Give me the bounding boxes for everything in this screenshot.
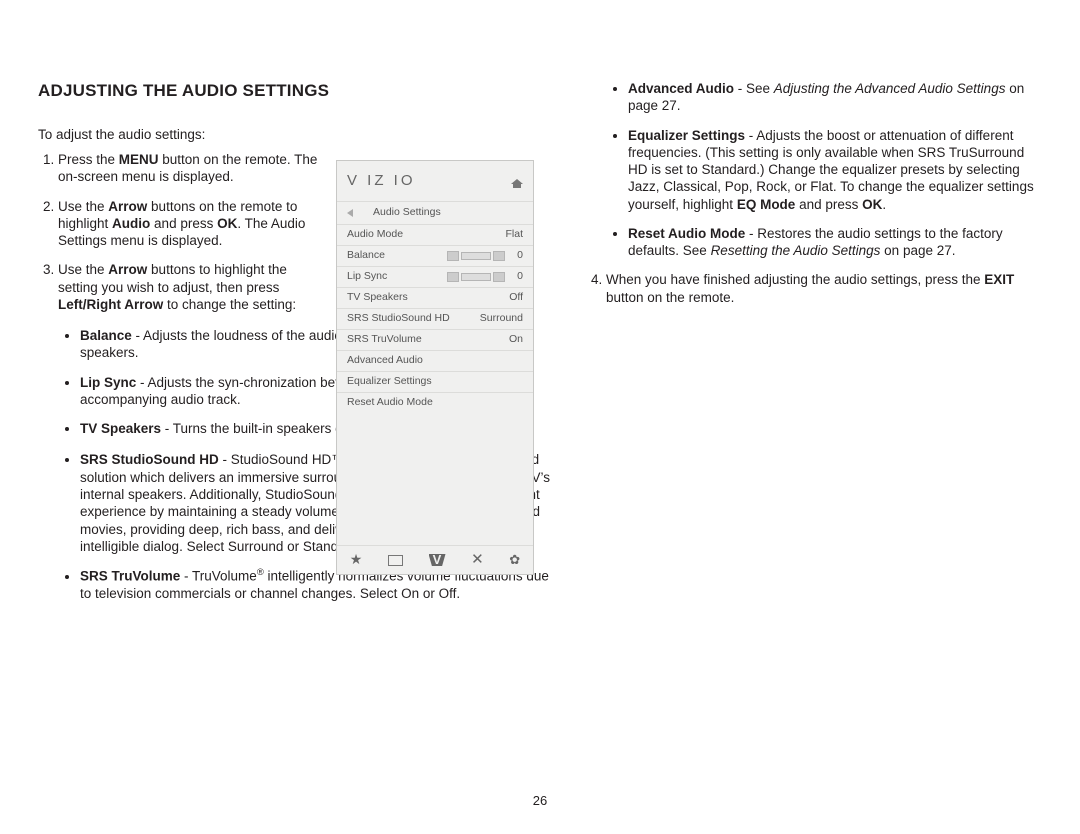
vizio-logo: V IZ IO: [347, 171, 416, 190]
s2a: Use the: [58, 199, 108, 214]
br-eq-and: and press: [795, 197, 862, 212]
plus-icon: [493, 272, 505, 282]
bl-srshd-name: SRS StudioSound HD: [80, 452, 219, 467]
close-icon: ✕: [471, 550, 484, 569]
s3e: to change the setting:: [163, 297, 296, 312]
right-bullets: Advanced Audio - See Adjusting the Advan…: [586, 80, 1035, 259]
step1-pre: Press the: [58, 152, 119, 167]
tv-row-value: Surround: [480, 312, 523, 325]
br-eq-name: Equalizer Settings: [628, 128, 745, 143]
s2f: OK: [217, 216, 237, 231]
s3d: Left/Right Arrow: [58, 297, 163, 312]
s2b: Arrow: [108, 199, 147, 214]
wide-icon: [388, 555, 403, 566]
tv-row-label: TV Speakers: [347, 291, 408, 304]
tv-rows: Audio Mode Flat Balance 0 Lip Sync 0 TV Speake…: [337, 225, 533, 413]
tv-row-label: Audio Mode: [347, 228, 403, 241]
br-reset-rest: on page 27.: [880, 243, 955, 258]
tv-row: Audio Mode Flat: [337, 225, 533, 246]
tv-row-value: 0: [517, 249, 523, 262]
tv-row-value: Off: [509, 291, 523, 304]
slider-bar: [461, 252, 491, 260]
tv-breadcrumb: Audio Settings: [337, 201, 533, 225]
tv-row-label: SRS TruVolume: [347, 333, 422, 346]
bl-lipsync-name: Lip Sync: [80, 375, 136, 390]
tv-row-value: Flat: [505, 228, 523, 241]
page-number: 26: [0, 793, 1080, 810]
tv-footer: ★ V ✕ ✿: [337, 545, 533, 574]
s2d: Audio: [112, 216, 150, 231]
br-adv-name: Advanced Audio: [628, 81, 734, 96]
tv-row-label: Equalizer Settings: [347, 375, 432, 388]
bl-balance-name: Balance: [80, 328, 132, 343]
back-icon: [347, 209, 353, 217]
s4b: EXIT: [984, 272, 1014, 287]
tv-empty-area: [337, 413, 533, 545]
bl-truvol-name: SRS TruVolume: [80, 569, 180, 584]
tv-crumb-label: Audio Settings: [373, 206, 441, 219]
tv-row: Equalizer Settings: [337, 372, 533, 393]
bullet-equalizer: Equalizer Settings - Adjusts the boost o…: [628, 127, 1035, 213]
s3a: Use the: [58, 262, 108, 277]
tv-slider: 0: [447, 249, 523, 262]
section-title: ADJUSTING THE AUDIO SETTINGS: [38, 80, 544, 102]
plus-icon: [493, 251, 505, 261]
s2e: and press: [150, 216, 217, 231]
tv-row-label: Reset Audio Mode: [347, 396, 433, 409]
bl-truvol-dash: - TruVolume: [180, 569, 257, 584]
slider-bar: [461, 273, 491, 281]
tv-row: SRS StudioSound HD Surround: [337, 309, 533, 330]
bullet-reset-audio: Reset Audio Mode - Restores the audio se…: [628, 225, 1035, 260]
br-reset-ital: Resetting the Audio Settings: [711, 243, 881, 258]
tv-row-value: On: [509, 333, 523, 346]
registered-mark: ®: [257, 567, 264, 578]
star-icon: ★: [350, 551, 363, 569]
vizio-v-icon: V: [429, 554, 446, 566]
br-adv-ital: Adjusting the Advanced Audio Settings: [774, 81, 1006, 96]
tv-row-label: Lip Sync: [347, 270, 387, 283]
tv-row: Lip Sync 0: [337, 267, 533, 288]
bl-tvspk-name: TV Speakers: [80, 421, 161, 436]
step1-menu: MENU: [119, 152, 159, 167]
tv-row-label: Advanced Audio: [347, 354, 423, 367]
s4c: button on the remote.: [606, 290, 734, 305]
tv-row: TV Speakers Off: [337, 288, 533, 309]
s4a: When you have finished adjusting the aud…: [606, 272, 984, 287]
tv-row: SRS TruVolume On: [337, 330, 533, 351]
br-eq-mode: EQ Mode: [737, 197, 796, 212]
steps-continued: When you have finished adjusting the aud…: [586, 271, 1035, 306]
step-4: When you have finished adjusting the aud…: [606, 271, 1035, 306]
tv-row-value: 0: [517, 270, 523, 283]
tv-row: Advanced Audio: [337, 351, 533, 372]
br-eq-dot: .: [882, 197, 886, 212]
br-eq-ok: OK: [862, 197, 882, 212]
tv-slider: 0: [447, 270, 523, 283]
s3b: Arrow: [108, 262, 147, 277]
tv-row-label: Balance: [347, 249, 385, 262]
intro-text: To adjust the audio settings:: [38, 126, 544, 143]
tv-row: Balance 0: [337, 246, 533, 267]
br-adv-see: - See: [734, 81, 774, 96]
gear-icon: ✿: [509, 552, 520, 569]
tv-menu-screenshot: V IZ IO Audio Settings Audio Mode Flat Bal…: [336, 160, 534, 575]
br-reset-name: Reset Audio Mode: [628, 226, 745, 241]
bullet-advanced-audio: Advanced Audio - See Adjusting the Advan…: [628, 80, 1035, 115]
home-icon: [511, 175, 523, 187]
minus-icon: [447, 272, 459, 282]
tv-row-label: SRS StudioSound HD: [347, 312, 450, 325]
tv-row: Reset Audio Mode: [337, 393, 533, 413]
minus-icon: [447, 251, 459, 261]
